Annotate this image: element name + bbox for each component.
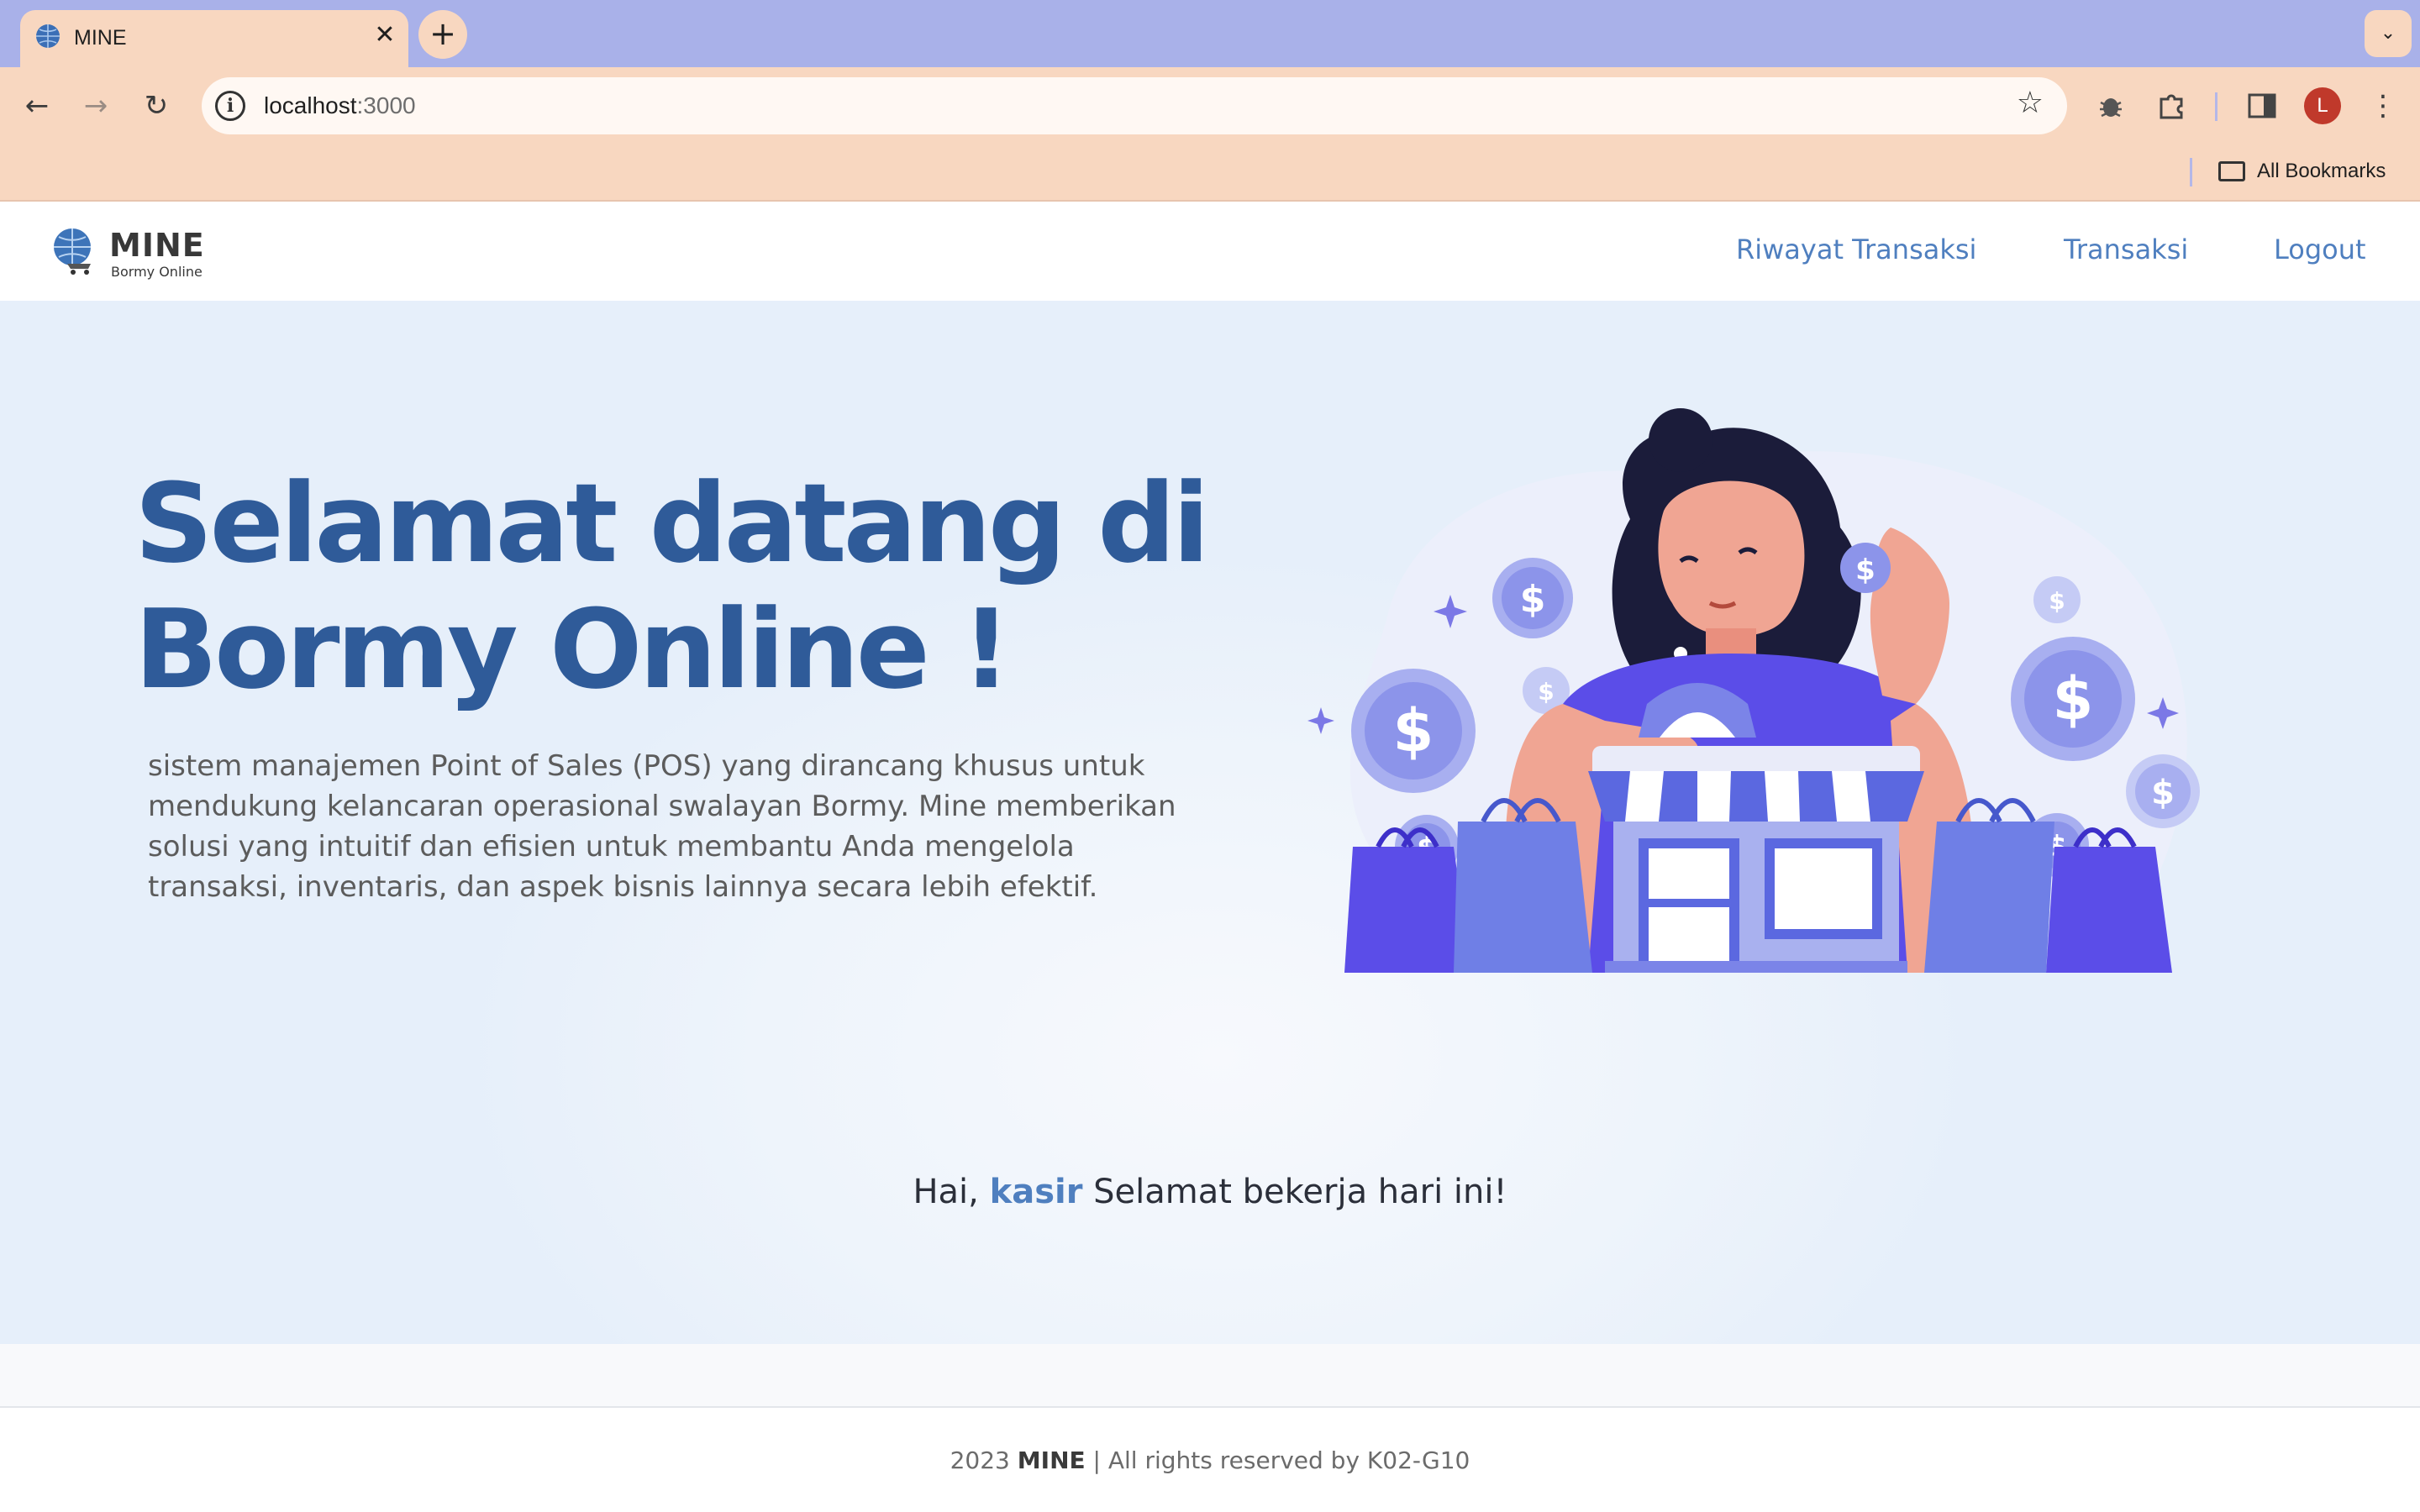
browser-tabbar: MINE ✕ + ⌄ — [0, 0, 2420, 67]
url-host: localhost — [264, 92, 357, 118]
folder-icon — [2218, 161, 2245, 181]
footer-year: 2023 — [950, 1446, 1010, 1474]
footer-rights: | All rights reserved by K02-G10 — [1092, 1446, 1470, 1474]
nav-logout[interactable]: Logout — [2274, 234, 2366, 265]
svg-text:$: $ — [1393, 696, 1434, 765]
sidepanel-icon[interactable] — [2244, 87, 2281, 124]
footer-copyright: 2023 MINE | All rights reserved by K02-G… — [0, 1446, 2420, 1474]
logo-subtitle: Bormy Online — [111, 264, 203, 280]
hero-title: Selamat datang di Bormy Online ! — [134, 460, 1227, 712]
svg-text:$: $ — [1855, 554, 1876, 587]
nav-transaksi[interactable]: Transaksi — [2064, 234, 2188, 265]
info-icon[interactable]: i — [215, 91, 245, 121]
footer-brand: MINE — [1017, 1446, 1086, 1474]
hero-description: sistem manajemen Point of Sales (POS) ya… — [148, 749, 1176, 904]
profile-avatar[interactable]: L — [2304, 87, 2341, 124]
globe-cart-logo-icon — [54, 228, 91, 275]
svg-text:$: $ — [1538, 678, 1554, 706]
globe-favicon-icon — [36, 24, 60, 48]
nav-riwayat-transaksi[interactable]: Riwayat Transaksi — [1736, 234, 1976, 265]
reload-icon[interactable]: ↻ — [134, 84, 178, 128]
browser-toolbar: ← → ↻ i localhost:3000 ☆ L ⋮ All Bookmar… — [0, 67, 2420, 202]
greeting-suffix: Selamat bekerja hari ini! — [1093, 1173, 1507, 1211]
star-icon[interactable]: ☆ — [2017, 86, 2044, 120]
extensions-icon[interactable] — [2153, 87, 2190, 124]
all-bookmarks-label: All Bookmarks — [2257, 160, 2386, 182]
svg-text:$: $ — [1520, 578, 1546, 621]
site-header: MINE Bormy Online Riwayat Transaksi Tran… — [0, 203, 2420, 301]
new-tab-button[interactable]: + — [418, 10, 467, 59]
tab-close-icon[interactable]: ✕ — [366, 17, 403, 54]
greeting-prefix: Hai, — [913, 1173, 979, 1211]
svg-text:$: $ — [2049, 587, 2065, 615]
all-bookmarks-button[interactable]: All Bookmarks — [2218, 155, 2386, 188]
site-footer: 2023 MINE | All rights reserved by K02-G… — [0, 1410, 2420, 1512]
section-divider — [0, 1344, 2420, 1408]
kebab-menu-icon[interactable]: ⋮ — [2366, 84, 2400, 128]
logo-title[interactable]: MINE — [109, 227, 205, 264]
svg-text:$: $ — [2053, 664, 2094, 733]
tab-search-icon[interactable]: ⌄ — [2365, 10, 2412, 57]
tab-title: MINE — [74, 26, 127, 50]
address-bar[interactable]: i localhost:3000 ☆ — [202, 77, 2067, 134]
greeting-username: kasir — [989, 1173, 1083, 1211]
toolbar-separator — [2215, 92, 2217, 121]
greeting-message: Hai, kasir Selamat bekerja hari ini! — [0, 1173, 2420, 1211]
bug-icon[interactable] — [2092, 87, 2129, 124]
back-icon[interactable]: ← — [15, 84, 59, 128]
url-text: localhost:3000 — [264, 92, 416, 119]
browser-tab[interactable]: MINE ✕ — [20, 10, 408, 67]
bookmarks-separator — [2190, 158, 2192, 186]
hero-section: Selamat datang di Bormy Online ! sistem … — [0, 301, 2420, 1344]
svg-text:$: $ — [2151, 774, 2175, 812]
hero-title-line2: Bormy Online ! — [134, 585, 1011, 713]
shop-illustration: $ $ $ $ $ $ $ $ $ — [1307, 408, 2200, 973]
url-port: :3000 — [356, 92, 416, 118]
hero-title-line1: Selamat datang di — [134, 459, 1210, 587]
forward-icon[interactable]: → — [74, 84, 118, 128]
